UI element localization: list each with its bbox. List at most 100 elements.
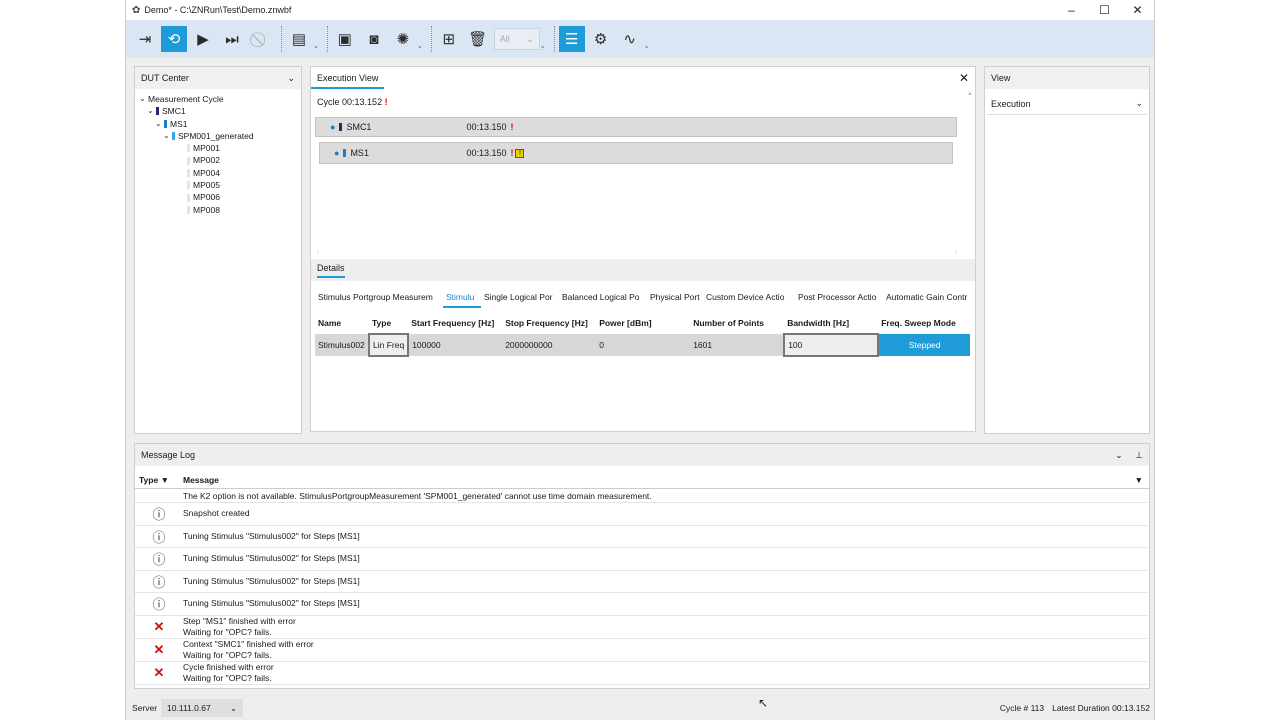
spinner-icon[interactable]: ✺ — [390, 26, 416, 52]
duration-value: 00:13.152 — [1112, 703, 1150, 713]
node-color-bar — [172, 132, 175, 141]
tree-node-label: MP001 — [193, 143, 220, 154]
list-item[interactable]: ⓘ Tuning Stimulus "Stimulus002" for Steps… — [135, 593, 1147, 616]
dropdown-icon[interactable]: ⌄ — [540, 42, 546, 50]
tree-node[interactable]: MP005 — [139, 179, 301, 191]
subtab[interactable]: Stimulu — [443, 289, 481, 308]
table-cell[interactable]: Stepped — [878, 334, 971, 356]
chevron-down-icon[interactable]: ⌄ — [163, 130, 172, 142]
column-header[interactable]: Bandwidth [Hz] — [784, 312, 879, 334]
add-icon[interactable]: ⊞ — [436, 26, 462, 52]
column-header[interactable]: Power [dBm] — [596, 312, 691, 334]
tree-node[interactable]: ⌄ Measurement Cycle — [139, 93, 301, 105]
tree-node[interactable]: ⌄ MS1 — [139, 118, 301, 130]
horizontal-scrollbar[interactable]: ‹ › — [313, 249, 961, 257]
dropdown-icon[interactable]: ⌄ — [313, 42, 319, 50]
gear-icon[interactable]: ⚙ — [588, 26, 614, 52]
subtab[interactable]: Stimulus Portgroup Measurem — [315, 289, 443, 308]
dropdown-icon[interactable]: ⌄ — [644, 42, 650, 50]
chevron-down-icon[interactable]: ⌄ — [287, 73, 295, 84]
details-subtabs: Stimulus Portgroup Measurem Stimulu Single… — [315, 289, 973, 308]
tree-node[interactable]: ⌄ SPM001_generated — [139, 130, 301, 142]
list-item[interactable]: ⓘ Tuning Stimulus "Stimulus002" for Steps… — [135, 526, 1147, 548]
toolbar-separator — [430, 26, 432, 52]
tree-node[interactable]: MP004 — [139, 167, 301, 179]
pin-icon[interactable]: ⊥ — [1135, 450, 1143, 460]
list-item[interactable]: ⓘ Snapshot created — [135, 503, 1147, 526]
info-icon: ⓘ — [152, 507, 166, 523]
subtab[interactable]: Single Logical Por — [481, 289, 559, 308]
tab-execution-view[interactable]: Execution View — [311, 67, 385, 89]
column-header[interactable]: Stop Frequency [Hz] — [502, 312, 597, 334]
exit-icon[interactable]: ⇥ — [132, 26, 158, 52]
list-item[interactable]: The K2 option is not available. Stimulus… — [135, 490, 1147, 503]
subtab[interactable]: Post Processor Actio — [795, 289, 883, 308]
table-cell[interactable]: 1601 — [690, 334, 785, 356]
column-header[interactable]: Start Frequency [Hz] — [408, 312, 503, 334]
table-cell[interactable]: Lin Freq — [367, 333, 410, 357]
table-cell[interactable]: 100 — [783, 333, 880, 357]
tree-node[interactable]: MP001 — [139, 142, 301, 154]
server-select[interactable]: 10.111.0.67 ⌄ — [161, 699, 244, 717]
chevron-down-icon[interactable]: ⌄ — [139, 93, 148, 105]
waveform-icon[interactable]: ∿ — [617, 26, 643, 52]
save-icon[interactable]: ▣ — [332, 26, 358, 52]
chevron-down-icon[interactable]: ⌄ — [155, 118, 164, 130]
view-select[interactable]: Execution ⌄ — [987, 93, 1147, 115]
sliders-icon[interactable]: ☰ — [558, 26, 585, 52]
step-icon[interactable]: ⏭ — [219, 26, 245, 52]
col-message: Message — [183, 475, 219, 485]
tree-node[interactable]: MP006 — [139, 191, 301, 203]
chevron-down-icon[interactable]: ⌄ — [147, 105, 156, 117]
maximize-button[interactable]: ☐ — [1088, 0, 1121, 20]
column-header[interactable]: Freq. Sweep Mode — [878, 312, 971, 334]
play-icon[interactable]: ▶ — [190, 26, 216, 52]
exec-row-smc1[interactable]: ● SMC1 00:13.150 ! — [315, 117, 957, 137]
column-header[interactable]: Name — [315, 312, 369, 334]
delete-icon[interactable]: 🗑 — [465, 26, 491, 52]
column-header[interactable]: Type — [369, 312, 409, 334]
list-item[interactable]: ✕ Cycle finished with error Waiting for "O… — [135, 662, 1147, 685]
table-cell[interactable]: 0 — [596, 334, 691, 356]
table-cell[interactable]: Stimulus002 — [315, 334, 369, 356]
tree-node[interactable]: MP008 — [139, 204, 301, 216]
tree-node[interactable]: ⌄ SMC1 — [139, 105, 301, 117]
subtab[interactable]: Custom Device Actio — [703, 289, 795, 308]
list-item[interactable]: ✕ Context "SMC1" finished with error Waiti… — [135, 639, 1147, 662]
close-window-button[interactable]: ✕ — [1121, 0, 1154, 20]
status-dot-icon: ● — [334, 148, 340, 158]
exec-row-ms1[interactable]: ● MS1 00:13.150 ! ! — [319, 142, 953, 164]
toolbar: ⇥ ⟲ ▶ ⏭ ⃠ ▤ ⌄ ▣ ◙ ✺ ⌄ ⊞ 🗑 All ⌄ ⌄ ☰ ⚙ ∿ … — [126, 20, 1154, 58]
subtab[interactable]: Automatic Gain Contr — [883, 289, 973, 308]
table-cell[interactable]: 2000000000 — [502, 334, 597, 356]
tree-node-label: Measurement Cycle — [148, 94, 224, 104]
execution-area: Cycle 00:13.152 ! ● SMC1 00:13.150 ! ● M… — [311, 91, 963, 259]
log-message: Tuning Stimulus "Stimulus002" for Steps … — [183, 531, 360, 542]
vertical-scrollbar[interactable]: ▲ — [965, 91, 975, 259]
column-header[interactable]: Number of Points — [690, 312, 785, 334]
error-icon: ✕ — [153, 641, 165, 657]
close-icon[interactable]: ✕ — [959, 71, 969, 85]
log-message-line: Waiting for "OPC? fails. — [183, 626, 272, 637]
dropdown-icon[interactable]: ⌄ — [417, 42, 423, 50]
filter-select[interactable]: All ⌄ — [493, 28, 540, 50]
filter-icon[interactable]: ▼ — [1135, 475, 1143, 485]
report-icon[interactable]: ▤ — [286, 26, 312, 52]
tree-node-label: MP004 — [193, 167, 220, 178]
camera-icon[interactable]: ◙ — [361, 26, 387, 52]
subtab[interactable]: Physical Port — [647, 289, 703, 308]
table-cell[interactable]: 100000 — [408, 334, 503, 356]
list-item[interactable]: ✕ Step "MS1" finished with error Waiting f… — [135, 616, 1147, 639]
chevron-down-icon[interactable]: ⌄ — [1115, 450, 1123, 460]
stop-icon[interactable]: ⃠ — [248, 26, 274, 52]
dut-center-panel: DUT Center ⌄ ⌄ Measurement Cycle ⌄ SMC1 ⌄ MS1… — [134, 66, 302, 434]
tree-node[interactable]: MP002 — [139, 154, 301, 166]
table-row[interactable]: Stimulus002 Lin Freq 100000 2000000000 0 1601… — [315, 333, 971, 357]
list-item[interactable]: ⓘ Tuning Stimulus "Stimulus002" for Steps… — [135, 548, 1147, 571]
list-item[interactable]: ⓘ Tuning Stimulus "Stimulus002" for Steps… — [135, 571, 1147, 593]
toolbar-separator — [326, 26, 328, 52]
filter-icon[interactable]: ▼ — [161, 475, 169, 485]
loop-icon[interactable]: ⟲ — [161, 26, 187, 52]
subtab[interactable]: Balanced Logical Po — [559, 289, 647, 308]
minimize-button[interactable]: – — [1055, 0, 1088, 20]
